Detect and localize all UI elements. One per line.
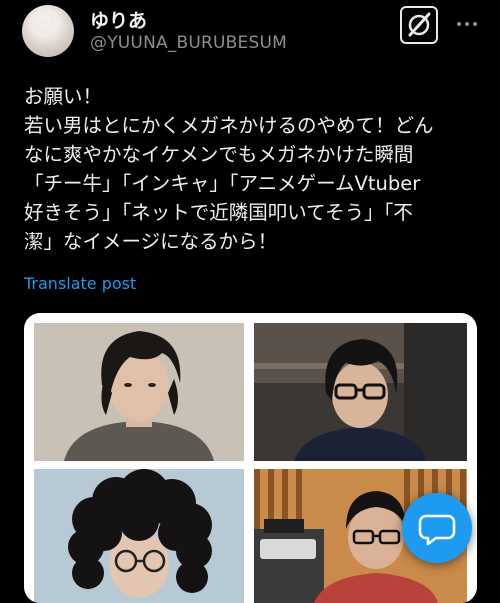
compose-reply-icon xyxy=(418,514,456,546)
tweet-line: 好きそう」「ネットで近隣国叩いてそう」「不 xyxy=(24,201,413,224)
tweet-line: なに爽やかなイケメンでもメガネかけた瞬間 xyxy=(24,143,414,166)
portrait-image xyxy=(34,323,244,461)
tweet-line: 若い男はとにかくメガネかけるのやめて！どん xyxy=(24,114,434,137)
avatar[interactable]: ♡ xyxy=(22,5,74,57)
tweet-text: お願い！ 若い男はとにかくメガネかけるのやめて！どん なに爽やかなイケメンでもメ… xyxy=(24,82,484,256)
grok-icon xyxy=(408,12,431,37)
portrait-image xyxy=(254,323,467,461)
photo-2[interactable] xyxy=(254,323,467,461)
more-options-button[interactable] xyxy=(455,12,479,36)
grok-button[interactable] xyxy=(400,6,438,44)
photo-3[interactable] xyxy=(34,469,244,603)
translate-post-link[interactable]: Translate post xyxy=(24,274,136,293)
tweet-line: 「チー牛」「インキャ」「アニメゲームVtuber xyxy=(24,172,421,195)
portrait-image xyxy=(34,469,244,603)
reply-fab-button[interactable] xyxy=(402,493,472,563)
photo-1[interactable] xyxy=(34,323,244,461)
tweet-line: お願い！ xyxy=(24,85,103,108)
heart-decoration-icon: ♡ xyxy=(36,13,51,32)
display-name[interactable]: ゆりあ xyxy=(90,6,147,33)
tweet-line: 潔」なイメージになるから！ xyxy=(24,230,278,253)
user-handle[interactable]: @YUUNA_BURUBESUM xyxy=(90,33,287,53)
more-dots-icon xyxy=(457,22,477,26)
